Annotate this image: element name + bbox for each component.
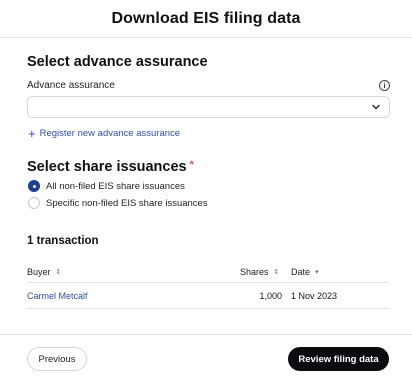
- required-marker: *: [189, 159, 194, 171]
- radio-button-checked[interactable]: [28, 180, 40, 192]
- sort-icon: ▾: [315, 268, 319, 276]
- column-date-label: Date: [291, 266, 311, 277]
- table-header: Buyer ⇕ Shares ⇕ Date ▾: [27, 261, 389, 283]
- register-advance-assurance-label: Register new advance assurance: [39, 128, 181, 139]
- radio-button-unchecked[interactable]: [28, 197, 40, 209]
- table-row: Carmel Metcalf 1,000 1 Nov 2023: [27, 283, 389, 309]
- sort-icon: ⇕: [55, 268, 62, 276]
- radio-all-issuances-label: All non-filed EIS share issuances: [46, 180, 185, 192]
- modal-title: Download EIS filing data: [111, 9, 301, 27]
- previous-button[interactable]: Previous: [27, 347, 87, 371]
- advance-assurance-select[interactable]: [27, 96, 390, 118]
- advance-assurance-label: Advance assurance: [27, 80, 115, 91]
- radio-specific-issuances[interactable]: Specific non-filed EIS share issuances: [28, 197, 208, 209]
- modal-footer: Previous Review filing data: [0, 334, 412, 389]
- modal-header: Download EIS filing data: [0, 0, 412, 38]
- shares-cell: 1,000: [259, 291, 282, 301]
- column-header-shares[interactable]: Shares ⇕: [240, 267, 279, 277]
- plus-icon: +: [28, 126, 36, 141]
- share-issuances-title: Select share issuances: [27, 159, 187, 175]
- column-buyer-label: Buyer: [27, 266, 51, 277]
- info-icon[interactable]: i: [379, 80, 390, 91]
- column-header-buyer[interactable]: Buyer ⇕: [27, 267, 61, 277]
- review-filing-data-button[interactable]: Review filing data: [288, 347, 389, 371]
- register-advance-assurance-link[interactable]: + Register new advance assurance: [28, 127, 180, 140]
- column-header-date[interactable]: Date ▾: [291, 267, 319, 277]
- download-eis-modal: Download EIS filing data Select advance …: [0, 0, 412, 389]
- radio-specific-issuances-label: Specific non-filed EIS share issuances: [46, 197, 208, 209]
- transaction-count: 1 transaction: [27, 235, 99, 247]
- sort-icon: ⇕: [273, 268, 280, 276]
- date-cell: 1 Nov 2023: [291, 291, 338, 301]
- chevron-down-icon: [372, 104, 380, 110]
- advance-assurance-heading: Select advance assurance: [27, 54, 208, 70]
- radio-all-issuances[interactable]: All non-filed EIS share issuances: [28, 180, 185, 192]
- transactions-table: Buyer ⇕ Shares ⇕ Date ▾ Carmel Metcalf 1…: [27, 261, 389, 309]
- buyer-link[interactable]: Carmel Metcalf: [27, 291, 88, 301]
- share-issuances-heading: Select share issuances *: [27, 159, 194, 175]
- column-shares-label: Shares: [240, 266, 269, 277]
